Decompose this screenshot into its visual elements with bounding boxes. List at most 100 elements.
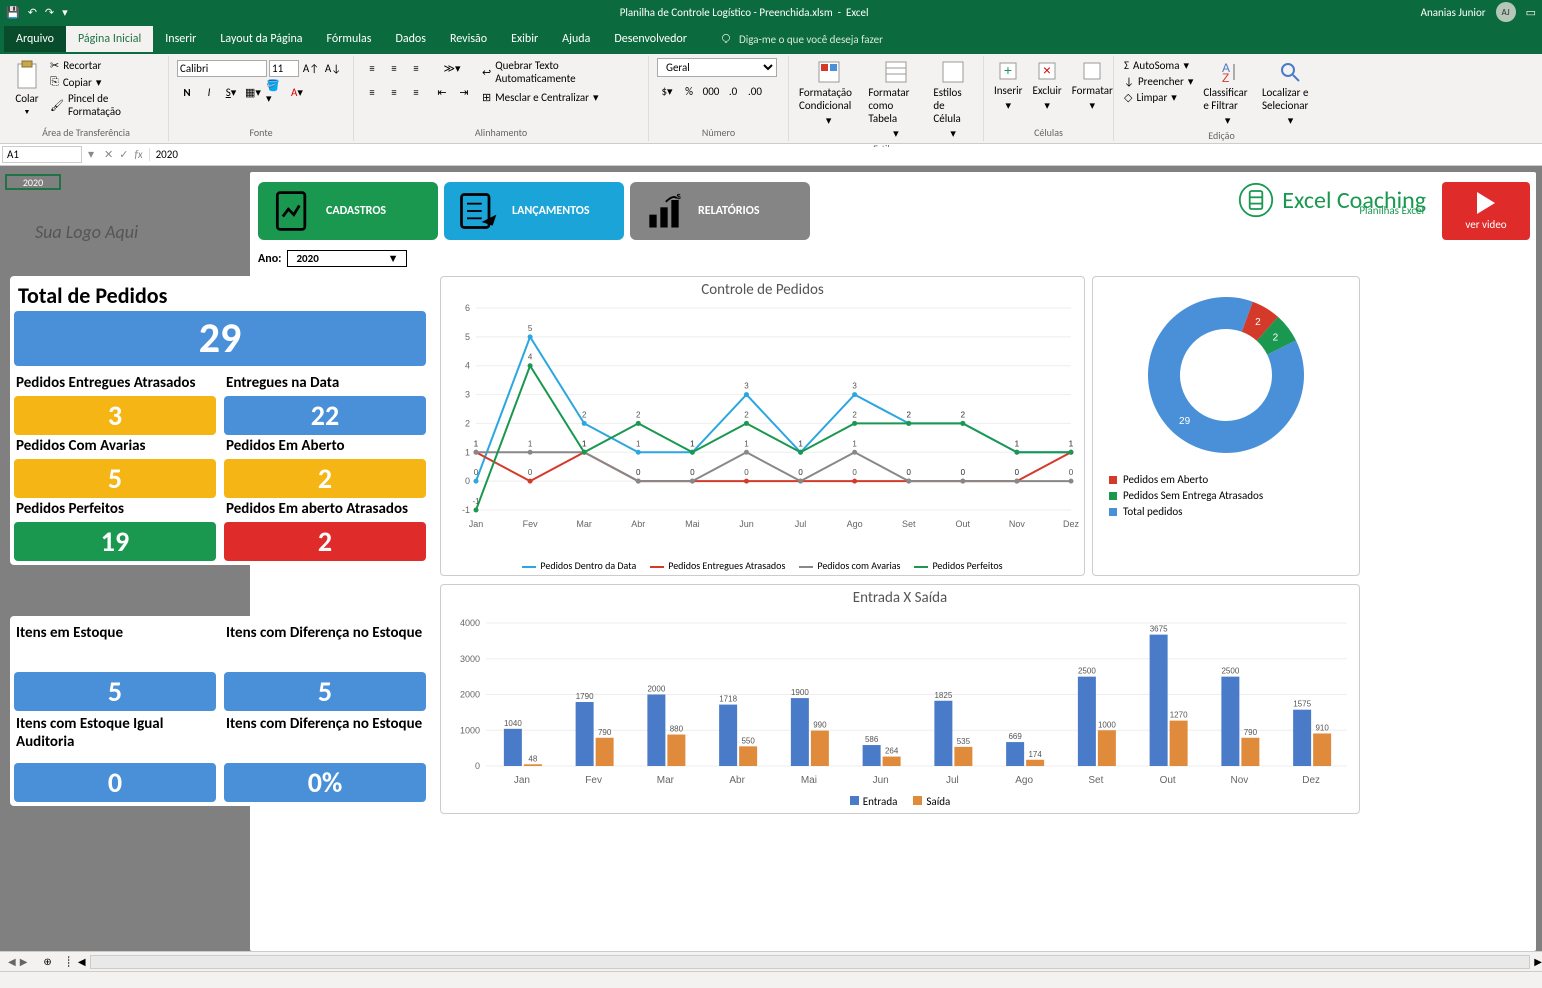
- font-color-button[interactable]: A▾: [287, 82, 307, 102]
- increase-decimal-button[interactable]: .0: [723, 81, 743, 101]
- name-box[interactable]: [2, 146, 82, 163]
- name-box-dropdown-icon[interactable]: ▾: [84, 147, 98, 162]
- percent-button[interactable]: %: [679, 81, 699, 101]
- align-bottom-icon[interactable]: ≡: [406, 58, 426, 78]
- align-center-icon[interactable]: ≡: [384, 82, 404, 102]
- font-size-select[interactable]: [269, 60, 299, 77]
- align-middle-icon[interactable]: ≡: [384, 58, 404, 78]
- fill-button[interactable]: ↓Preencher ▾: [1122, 74, 1195, 89]
- sort-filter-button[interactable]: AZClassificar e Filtrar▾: [1201, 58, 1254, 129]
- currency-button[interactable]: $▾: [657, 81, 677, 101]
- scroll-left-icon[interactable]: ◀: [78, 955, 86, 968]
- chart-donut[interactable]: 2229 Pedidos em AbertoPedidos Sem Entreg…: [1092, 276, 1360, 576]
- redo-icon[interactable]: ↷: [45, 6, 54, 19]
- format-icon: [1081, 60, 1103, 82]
- tab-home[interactable]: Página Inicial: [66, 26, 153, 52]
- fill-color-button[interactable]: 🪣▾: [265, 82, 285, 102]
- kpi-itens-aud-label: Itens com Estoque Igual Auditoria: [16, 715, 214, 759]
- underline-button[interactable]: S ▾: [221, 82, 241, 102]
- video-button[interactable]: ver video: [1442, 182, 1530, 240]
- tab-formulas[interactable]: Fórmulas: [315, 26, 384, 52]
- svg-text:4: 4: [465, 361, 470, 371]
- svg-text:Out: Out: [1160, 775, 1176, 786]
- svg-text:1825: 1825: [934, 691, 952, 700]
- find-select-button[interactable]: Localizar e Selecionar▾: [1260, 58, 1321, 129]
- fx-icon[interactable]: fx: [134, 148, 142, 161]
- svg-text:0: 0: [744, 468, 749, 477]
- svg-text:Fev: Fev: [523, 519, 539, 529]
- format-table-button[interactable]: Formatar como Tabela▾: [866, 58, 925, 142]
- indent-decrease-icon[interactable]: ⇤: [432, 82, 452, 102]
- svg-text:2: 2: [1255, 317, 1261, 328]
- decrease-decimal-button[interactable]: .00: [745, 81, 765, 101]
- autosum-button[interactable]: ΣAutoSoma ▾: [1122, 58, 1195, 73]
- ribbon-tabs: Arquivo Página Inicial Inserir Layout da…: [0, 24, 1542, 54]
- tab-review[interactable]: Revisão: [438, 26, 499, 52]
- svg-text:1000: 1000: [1098, 720, 1116, 729]
- copy-button[interactable]: ⎘Copiar ▾: [48, 74, 160, 90]
- avatar[interactable]: AJ: [1496, 2, 1516, 22]
- borders-button[interactable]: ▦▾: [243, 82, 263, 102]
- tab-help[interactable]: Ajuda: [550, 26, 602, 52]
- increase-font-icon[interactable]: A↑: [301, 58, 321, 78]
- ano-select[interactable]: 2020▼: [287, 250, 407, 267]
- tab-data[interactable]: Dados: [383, 26, 437, 52]
- orientation-button[interactable]: ≫▾: [432, 58, 472, 78]
- nav-lancamentos-button[interactable]: LANÇAMENTOS: [444, 182, 624, 240]
- tab-insert[interactable]: Inserir: [153, 26, 208, 52]
- scroll-right-icon[interactable]: ▶: [1534, 955, 1542, 968]
- cancel-formula-icon[interactable]: ✕: [104, 148, 113, 161]
- save-icon[interactable]: 💾: [6, 6, 20, 19]
- sheet-next-icon[interactable]: ▶: [20, 955, 28, 968]
- font-name-select[interactable]: [177, 60, 267, 77]
- italic-button[interactable]: I: [199, 82, 219, 102]
- conditional-format-button[interactable]: Formatação Condicional▾: [797, 58, 860, 129]
- ribbon: Colar▼ ✂Recortar ⎘Copiar ▾ 🖌Pincel de Fo…: [0, 54, 1542, 144]
- indent-increase-icon[interactable]: ⇥: [454, 82, 474, 102]
- group-font-label: Fonte: [177, 126, 345, 139]
- tab-layout[interactable]: Layout da Página: [208, 26, 314, 52]
- align-left-icon[interactable]: ≡: [362, 82, 382, 102]
- tab-developer[interactable]: Desenvolvedor: [602, 26, 699, 52]
- new-sheet-button[interactable]: ⊕: [35, 955, 59, 968]
- worksheet-area[interactable]: 2020 Sua Logo Aqui CADASTROS LANÇAMENTOS…: [0, 166, 1542, 951]
- bold-button[interactable]: N: [177, 82, 197, 102]
- merge-center-button[interactable]: ⊞Mesclar e Centralizar ▾: [480, 90, 640, 105]
- tell-me-input[interactable]: Diga-me o que você deseja fazer: [719, 32, 883, 46]
- number-format-select[interactable]: Geral: [657, 58, 777, 77]
- kpi-perfeitos-label: Pedidos Perfeitos: [16, 500, 214, 520]
- user-name[interactable]: Ananias Junior: [1421, 6, 1486, 19]
- wrap-text-button[interactable]: ↩Quebrar Texto Automaticamente: [480, 58, 640, 86]
- svg-text:Ago: Ago: [1015, 775, 1033, 786]
- horizontal-scrollbar[interactable]: [90, 955, 1531, 969]
- sheet-prev-icon[interactable]: ◀: [8, 955, 16, 968]
- tab-view[interactable]: Exibir: [499, 26, 550, 52]
- thousands-button[interactable]: 000: [701, 81, 721, 101]
- undo-icon[interactable]: ↶: [28, 6, 37, 19]
- insert-cells-button[interactable]: +Inserir▾: [992, 58, 1025, 114]
- format-painter-button[interactable]: 🖌Pincel de Formatação: [48, 91, 160, 119]
- cell-styles-button[interactable]: Estilos de Célula▾: [931, 58, 975, 142]
- insert-icon: +: [997, 60, 1019, 82]
- tab-file[interactable]: Arquivo: [4, 26, 66, 52]
- delete-cells-button[interactable]: ×Excluir▾: [1031, 58, 1064, 114]
- nav-relatorios-button[interactable]: $ RELATÓRIOS: [630, 182, 810, 240]
- ribbon-display-icon[interactable]: ▭: [1526, 6, 1536, 19]
- clear-button[interactable]: ◇Limpar ▾: [1122, 90, 1195, 105]
- format-cells-button[interactable]: Formatar▾: [1070, 58, 1115, 114]
- svg-text:Jun: Jun: [739, 519, 754, 529]
- align-right-icon[interactable]: ≡: [406, 82, 426, 102]
- fill-icon: ↓: [1124, 75, 1134, 88]
- enter-formula-icon[interactable]: ✓: [119, 148, 128, 161]
- copy-icon: ⎘: [50, 75, 59, 89]
- chart-entrada-saida[interactable]: Entrada X Saída 01000200030004000Jan1040…: [440, 584, 1360, 814]
- decrease-font-icon[interactable]: A↓: [323, 58, 343, 78]
- chart-controle-pedidos[interactable]: Controle de Pedidos -10123456JanFevMarAb…: [440, 276, 1085, 576]
- cut-button[interactable]: ✂Recortar: [48, 58, 160, 73]
- align-top-icon[interactable]: ≡: [362, 58, 382, 78]
- formula-input[interactable]: [150, 147, 1542, 162]
- nav-cadastros-button[interactable]: CADASTROS: [258, 182, 438, 240]
- kpi-aberto-label: Pedidos Em Aberto: [226, 437, 424, 457]
- paste-button[interactable]: Colar▼: [12, 58, 42, 118]
- cell-a1[interactable]: 2020: [5, 174, 61, 190]
